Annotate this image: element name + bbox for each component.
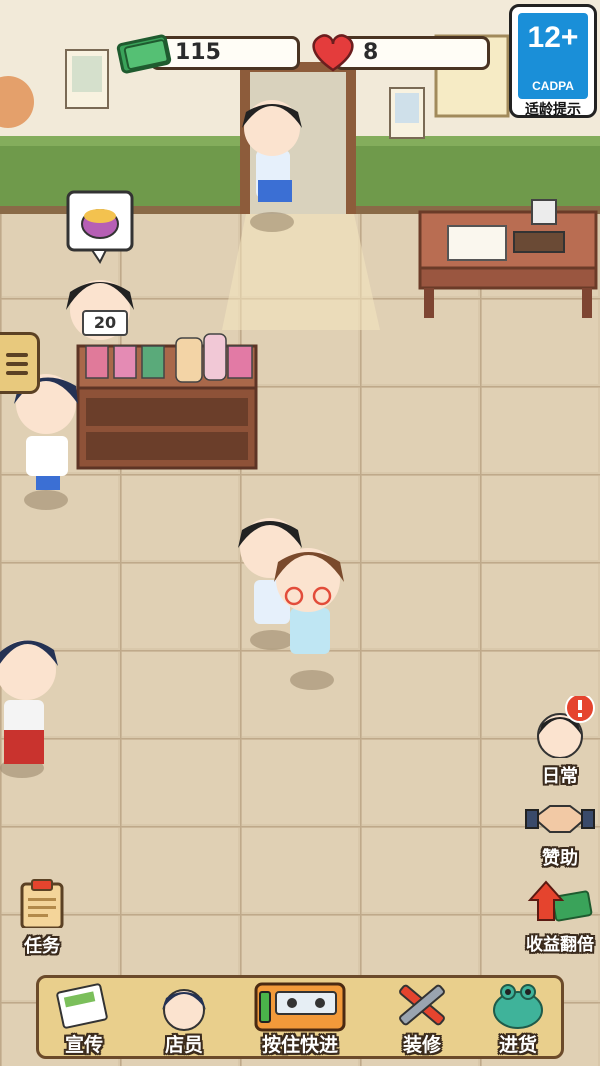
promote-label: 宣传: [64, 1034, 103, 1056]
promote-button[interactable]: 宣传: [44, 978, 124, 1058]
restock-label: 进货: [498, 1034, 537, 1056]
cassette-icon: [254, 982, 346, 1032]
tasks-button[interactable]: 任务: [2, 878, 82, 957]
sponsor-label: 赞助: [542, 848, 578, 869]
tools-icon: [399, 984, 445, 1026]
frog-bag-icon: [493, 984, 543, 1029]
staff-avatar-icon: [162, 989, 206, 1031]
handshake-icon: [525, 805, 595, 833]
income-up-icon: [527, 880, 593, 922]
menu-icon: [6, 353, 28, 375]
double-income-label: 收益翻倍: [526, 935, 594, 955]
money-value: 115: [175, 40, 221, 65]
heart-icon: [312, 34, 354, 72]
decorate-button[interactable]: 装修: [382, 978, 462, 1058]
newspaper-icon: [56, 983, 108, 1029]
daily-button[interactable]: 日常: [520, 693, 600, 787]
clipboard-icon: [20, 879, 64, 930]
shelf-price-tag: 20: [82, 310, 128, 336]
shop-background: [0, 0, 600, 1066]
staff-button[interactable]: 店员: [144, 978, 224, 1058]
age-rating-number: 12+: [527, 21, 579, 54]
restock-button[interactable]: 进货: [478, 978, 558, 1058]
daily-avatar-icon: [537, 693, 595, 759]
tasks-label: 任务: [24, 936, 60, 957]
daily-label: 日常: [542, 766, 578, 787]
fast-forward-button[interactable]: 按住快进: [250, 978, 350, 1058]
staff-label: 店员: [164, 1034, 203, 1056]
side-menu-button[interactable]: [0, 332, 40, 394]
age-rating-tile: 12+ CADPA: [518, 13, 588, 99]
game-scene: 115 8 12+ CADPA 适龄提示 20 日常 赞助 收益翻倍 任务 宣传…: [0, 0, 600, 1066]
age-rating-badge: 12+ CADPA 适龄提示: [509, 4, 597, 118]
sponsor-button[interactable]: 赞助: [520, 796, 600, 869]
hearts-value: 8: [363, 40, 379, 65]
age-rating-org: CADPA: [532, 79, 574, 93]
money-icon: [116, 34, 172, 74]
age-rating-label: 适龄提示: [525, 102, 581, 118]
double-income-button[interactable]: 收益翻倍: [520, 880, 600, 955]
fast-forward-label: 按住快进: [261, 1034, 338, 1056]
decorate-label: 装修: [402, 1034, 441, 1056]
